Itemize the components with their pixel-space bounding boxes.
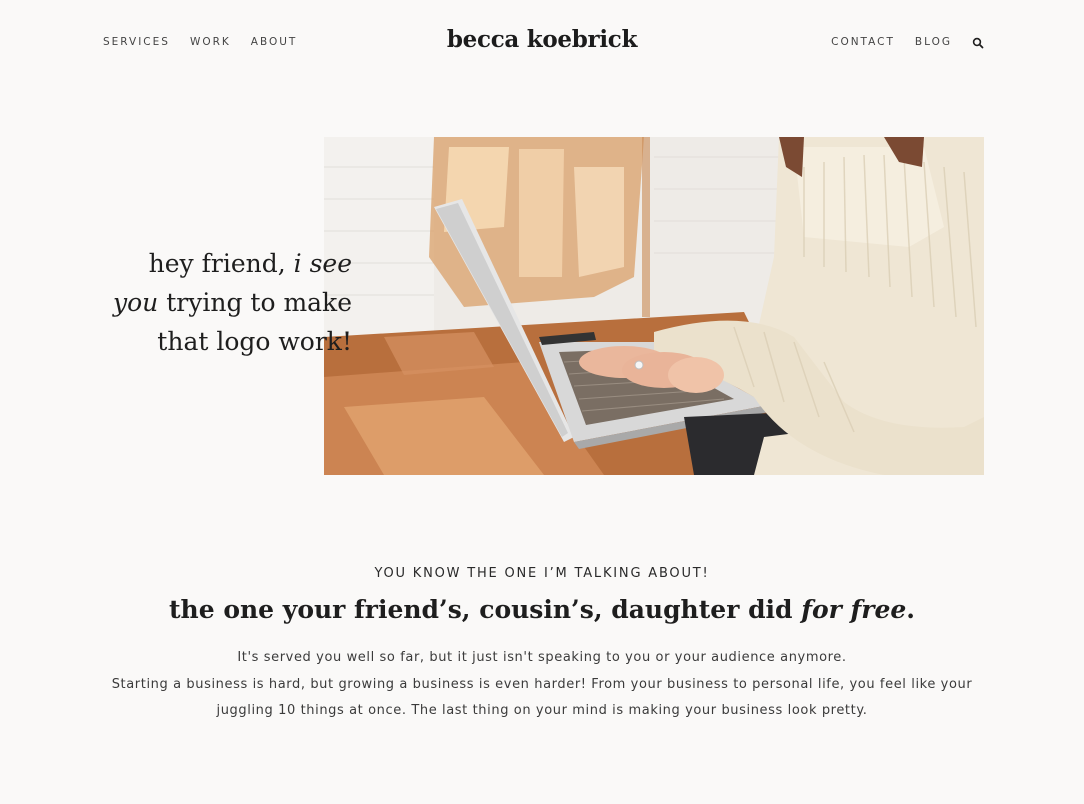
primary-nav-right: CONTACT BLOG xyxy=(831,36,984,49)
headline-end: . xyxy=(906,595,915,624)
hero-line1-italic: i see xyxy=(293,249,352,278)
headline-italic: for free xyxy=(801,595,907,624)
nav-link-contact[interactable]: CONTACT xyxy=(831,36,895,48)
intro-paragraph-2: Starting a business is hard, but growing… xyxy=(111,677,973,718)
hero-line3: that logo work! xyxy=(157,327,352,356)
section-eyebrow: YOU KNOW THE ONE I’M TALKING ABOUT! xyxy=(374,566,710,581)
hero-image xyxy=(324,137,984,475)
search-icon[interactable] xyxy=(972,36,984,49)
hero-line2-plain: trying to make xyxy=(158,288,352,317)
hero-headline: hey friend, i see you trying to make tha… xyxy=(92,244,352,361)
nav-link-blog[interactable]: BLOG xyxy=(915,36,952,48)
section-headline: the one your friend’s, cousin’s, daughte… xyxy=(0,595,1084,624)
headline-plain: the one your friend’s, cousin’s, daughte… xyxy=(169,595,802,624)
hero-line1-plain: hey friend, xyxy=(148,249,294,278)
intro-paragraph-1: It's served you well so far, but it just… xyxy=(237,650,847,665)
hero-line2-italic: you xyxy=(113,288,159,317)
